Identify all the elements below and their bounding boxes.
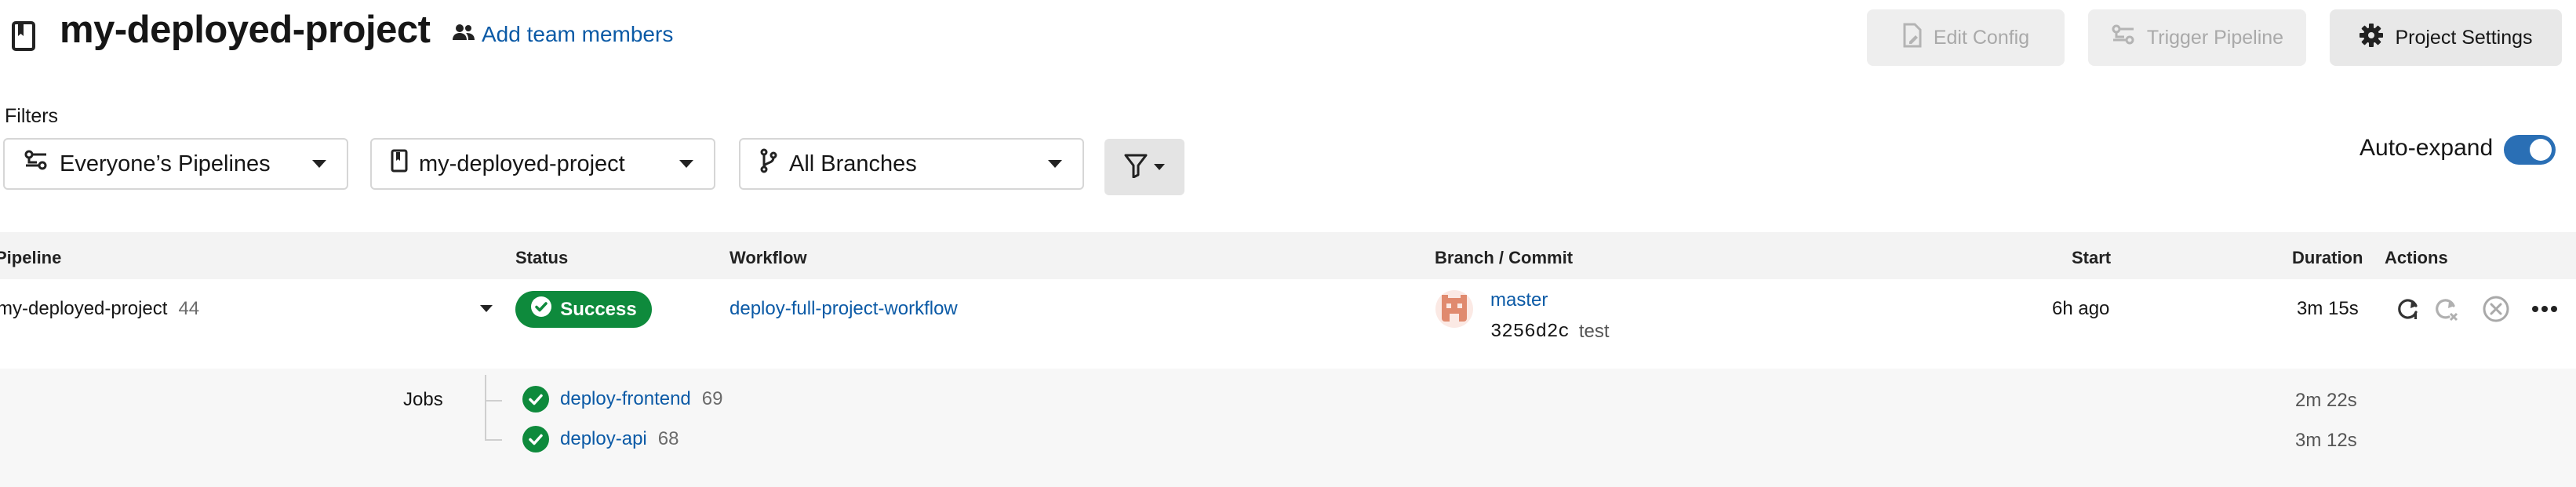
chevron-down-icon (1048, 160, 1062, 168)
file-edit-icon (1902, 23, 1923, 53)
expand-chevron-icon[interactable] (480, 305, 493, 312)
job-tree-line (485, 375, 486, 441)
column-header-start: Start (2072, 248, 2112, 267)
avatar (1435, 290, 1473, 328)
rerun-icon[interactable] (2394, 295, 2422, 327)
edit-config-button[interactable]: Edit Config (1867, 9, 2065, 66)
people-icon (452, 22, 475, 47)
job-tree-branch (485, 439, 502, 441)
job-tree-branch (485, 400, 502, 402)
pipelines-dropdown-value: Everyone’s Pipelines (60, 151, 271, 176)
project-dropdown-value: my-deployed-project (419, 151, 625, 176)
chevron-down-icon (679, 160, 693, 168)
job-number: 68 (657, 428, 679, 449)
column-header-duration: Duration (2292, 248, 2363, 267)
page-title: my-deployed-project (60, 9, 431, 51)
cancel-icon[interactable] (2482, 295, 2510, 327)
trigger-pipeline-label: Trigger Pipeline (2146, 26, 2284, 49)
table-header: Pipeline Status Workflow Branch / Commit… (0, 232, 2576, 279)
list-item: deploy-api 68 (522, 426, 679, 452)
branches-dropdown[interactable]: All Branches (739, 138, 1084, 190)
pipelines-dropdown[interactable]: Everyone’s Pipelines (3, 138, 348, 190)
chevron-down-icon (312, 160, 326, 168)
add-team-members-label: Add team members (482, 22, 674, 46)
filters-label: Filters (5, 105, 59, 127)
check-circle-icon (522, 386, 549, 412)
check-circle-icon (522, 426, 549, 452)
column-header-workflow: Workflow (730, 248, 807, 267)
jobs-section (0, 369, 2576, 487)
pipeline-icon (2111, 24, 2136, 52)
pipeline-cell: my-deployed-project 44 (0, 298, 199, 320)
more-options-icon[interactable] (2531, 298, 2559, 324)
check-circle-icon (530, 296, 552, 323)
job-number: 69 (701, 388, 723, 409)
job-duration: 2m 22s (2295, 390, 2357, 411)
commit-message: test (1578, 321, 1610, 342)
project-settings-button[interactable]: Project Settings (2330, 9, 2562, 66)
add-team-members-link[interactable]: Add team members (452, 22, 673, 47)
list-item: deploy-frontend 69 (522, 386, 722, 412)
start-time: 6h ago (2052, 298, 2110, 319)
pipeline-name-link[interactable]: my-deployed-project (0, 298, 167, 320)
branches-dropdown-value: All Branches (789, 151, 917, 176)
project-bookmark-icon (11, 20, 36, 56)
filter-button[interactable] (1104, 139, 1184, 195)
duration-value: 3m 15s (2297, 298, 2359, 319)
workflow-link[interactable]: deploy-full-project-workflow (730, 298, 958, 320)
project-bookmark-icon (391, 149, 408, 179)
column-header-pipeline: Pipeline (0, 248, 62, 267)
commit-info: 3256d2c test (1490, 321, 1610, 343)
project-dropdown[interactable]: my-deployed-project (370, 138, 715, 190)
project-settings-label: Project Settings (2395, 26, 2533, 49)
status-badge: Success (515, 291, 652, 328)
status-label: Success (560, 298, 637, 320)
column-header-actions: Actions (2385, 248, 2448, 267)
job-duration: 3m 12s (2295, 430, 2357, 451)
branch-icon (759, 148, 778, 180)
column-header-status: Status (515, 248, 569, 267)
pipeline-number: 44 (178, 298, 200, 319)
job-name-link[interactable]: deploy-frontend (560, 388, 691, 410)
funnel-icon (1124, 153, 1148, 182)
jobs-label: Jobs (403, 389, 443, 410)
job-name-link[interactable]: deploy-api (560, 428, 647, 450)
gear-icon (2359, 23, 2384, 53)
edit-config-label: Edit Config (1933, 26, 2030, 49)
chevron-down-icon (1154, 164, 1165, 170)
table-row: my-deployed-project 44 (0, 279, 2576, 369)
commit-hash[interactable]: 3256d2c (1490, 322, 1570, 343)
toggle-knob (2530, 139, 2552, 161)
column-header-branch-commit: Branch / Commit (1435, 248, 1574, 267)
trigger-pipeline-button[interactable]: Trigger Pipeline (2088, 9, 2306, 66)
rerun-failed-icon[interactable] (2432, 295, 2460, 327)
auto-expand-toggle[interactable] (2504, 135, 2556, 165)
auto-expand-label: Auto-expand (2360, 135, 2494, 161)
branch-link[interactable]: master (1490, 289, 1548, 311)
pipeline-icon (24, 150, 49, 178)
